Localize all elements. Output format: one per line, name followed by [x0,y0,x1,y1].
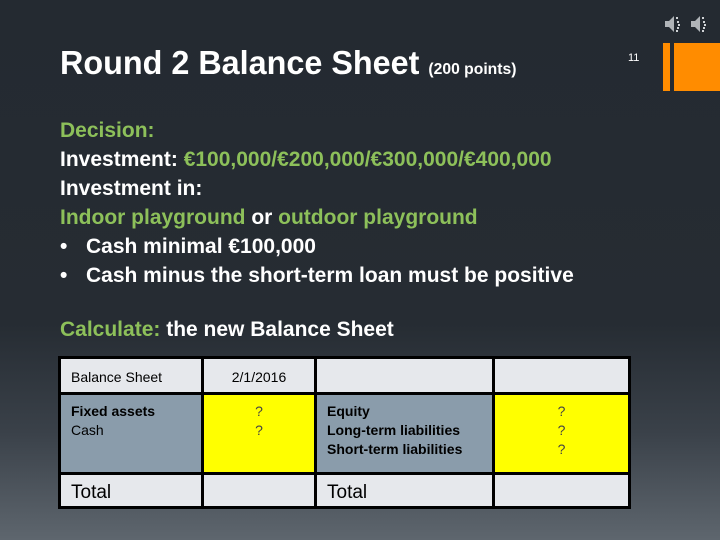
header-cell-empty [492,356,631,395]
value-short-term[interactable]: ? [495,440,628,459]
bullet-text: Cash minimal €100,000 [86,235,316,258]
value-fixed-assets[interactable]: ? [204,402,314,421]
slide-title: Round 2 Balance Sheet (200 points) [60,44,516,82]
option-indoor: Indoor playground [60,206,246,229]
calculate-text: the new Balance Sheet [160,318,394,341]
total-left-label: Total [58,472,204,509]
label-long-term: Long-term liabilities [327,422,461,438]
balance-sheet-table: Balance Sheet 2/1/2016 Fixed assets Cash… [58,356,631,509]
investment-in-label: Investment in: [60,177,203,200]
speaker-icon[interactable] [664,14,682,34]
value-cash[interactable]: ? [204,421,314,440]
bullet-item: • Cash minimal €100,000 [60,232,574,261]
calculate-label: Calculate: [60,318,161,341]
assets-values-cell[interactable]: ? ? [201,392,317,475]
bullet-item: • Cash minus the short-term loan must be … [60,261,574,290]
header-cell-title: Balance Sheet [58,356,204,395]
label-cash: Cash [71,422,104,438]
total-right-label: Total [314,472,495,509]
title-points: (200 points) [428,61,517,78]
assets-labels-cell: Fixed assets Cash [58,392,204,475]
decision-label: Decision: [60,119,155,142]
accent-bar-block [674,43,720,91]
table-total-row: Total Total [58,472,631,509]
total-right-value[interactable] [492,472,631,509]
speaker-icon[interactable] [690,14,708,34]
value-long-term[interactable]: ? [495,421,628,440]
table-row: Fixed assets Cash ? ? Equity Long-term l… [58,392,631,475]
liabilities-labels-cell: Equity Long-term liabilities Short-term … [314,392,495,475]
liabilities-values-cell[interactable]: ? ? ? [492,392,631,475]
investment-label: Investment: [60,148,184,171]
total-left-value[interactable] [201,472,317,509]
calculate-instruction: Calculate: the new Balance Sheet [60,318,394,342]
label-fixed-assets: Fixed assets [71,403,156,419]
investment-line: Investment: €100,000/€200,000/€300,000/€… [60,145,574,174]
table-header-row: Balance Sheet 2/1/2016 [58,356,631,395]
value-equity[interactable]: ? [495,402,628,421]
accent-bar-thin [663,43,670,91]
slide-number: 11 [628,52,640,64]
label-short-term: Short-term liabilities [327,441,463,457]
bullet-text: Cash minus the short-term loan must be p… [86,264,574,287]
header-cell-date: 2/1/2016 [201,356,317,395]
option-or: or [245,206,279,229]
slide-body: Decision: Investment: €100,000/€200,000/… [60,116,574,290]
option-outdoor: outdoor playground [278,206,478,229]
header-cell-empty [314,356,495,395]
investment-options: Indoor playground or outdoor playground [60,203,574,232]
bullet-icon: • [60,264,68,287]
investment-values: €100,000/€200,000/€300,000/€400,000 [183,148,552,171]
title-text: Round 2 Balance Sheet [60,44,429,81]
bullet-icon: • [60,235,68,258]
label-equity: Equity [327,403,370,419]
